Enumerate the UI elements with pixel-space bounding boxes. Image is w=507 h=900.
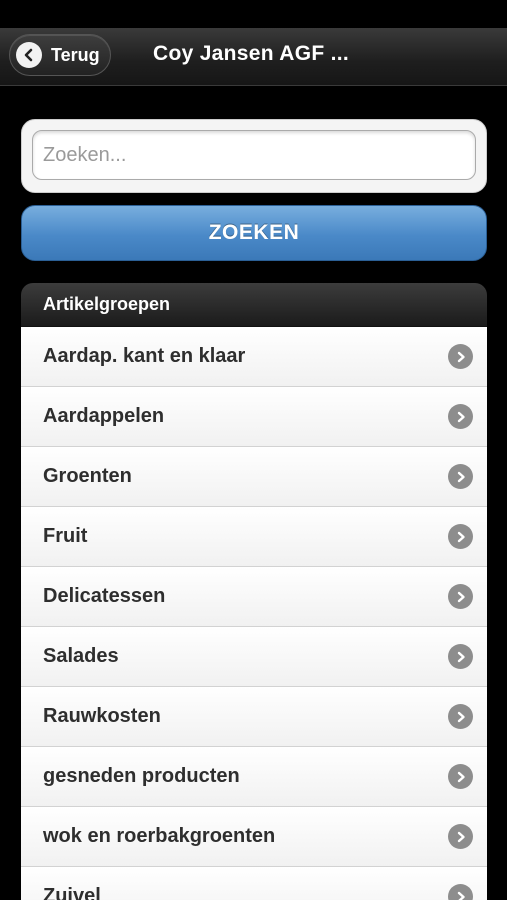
article-groups-list: Artikelgroepen Aardap. kant en klaar Aard…: [21, 283, 487, 900]
list-item-label: Delicatessen: [43, 585, 166, 607]
back-button[interactable]: Terug: [9, 34, 111, 76]
chevron-right-icon: [448, 584, 473, 609]
list-item-label: Groenten: [43, 465, 132, 487]
chevron-right-icon: [448, 404, 473, 429]
list-item-label: Zuivel: [43, 885, 101, 900]
chevron-right-icon: [448, 704, 473, 729]
list-item[interactable]: Groenten: [21, 447, 487, 507]
list-item-label: Fruit: [43, 525, 88, 547]
list-item[interactable]: Aardap. kant en klaar: [21, 327, 487, 387]
chevron-right-icon: [448, 824, 473, 849]
list-item-label: gesneden producten: [43, 765, 240, 787]
page-title: Coy Jansen AGF ...: [153, 42, 349, 65]
chevron-right-icon: [448, 524, 473, 549]
list-item[interactable]: Rauwkosten: [21, 687, 487, 747]
list-item[interactable]: Aardappelen: [21, 387, 487, 447]
search-input[interactable]: [32, 130, 476, 180]
status-bar-area: [0, 0, 507, 28]
list-item[interactable]: Zuivel: [21, 867, 487, 900]
list-heading: Artikelgroepen: [21, 283, 487, 327]
list-item-label: wok en roerbakgroenten: [43, 825, 276, 847]
list-item-label: Salades: [43, 645, 119, 667]
search-container: [21, 119, 487, 193]
chevron-right-icon: [448, 884, 473, 900]
list-item[interactable]: Delicatessen: [21, 567, 487, 627]
list-item[interactable]: Salades: [21, 627, 487, 687]
chevron-right-icon: [448, 464, 473, 489]
list-item-label: Aardap. kant en klaar: [43, 345, 246, 367]
list-item-label: Rauwkosten: [43, 705, 161, 727]
list-item[interactable]: wok en roerbakgroenten: [21, 807, 487, 867]
chevron-right-icon: [448, 764, 473, 789]
list-item-label: Aardappelen: [43, 405, 165, 427]
back-button-label: Terug: [51, 44, 100, 65]
chevron-right-icon: [448, 644, 473, 669]
search-button[interactable]: ZOEKEN: [21, 205, 487, 261]
list-item[interactable]: gesneden producten: [21, 747, 487, 807]
chevron-right-icon: [448, 344, 473, 369]
chevron-left-icon: [16, 42, 42, 68]
navigation-header: Terug Coy Jansen AGF ...: [0, 28, 507, 86]
list-item[interactable]: Fruit: [21, 507, 487, 567]
app-screen: Terug Coy Jansen AGF ... ZOEKEN Artikelg…: [0, 0, 507, 900]
list-items: Aardap. kant en klaar Aardappelen Groenten…: [21, 327, 487, 900]
